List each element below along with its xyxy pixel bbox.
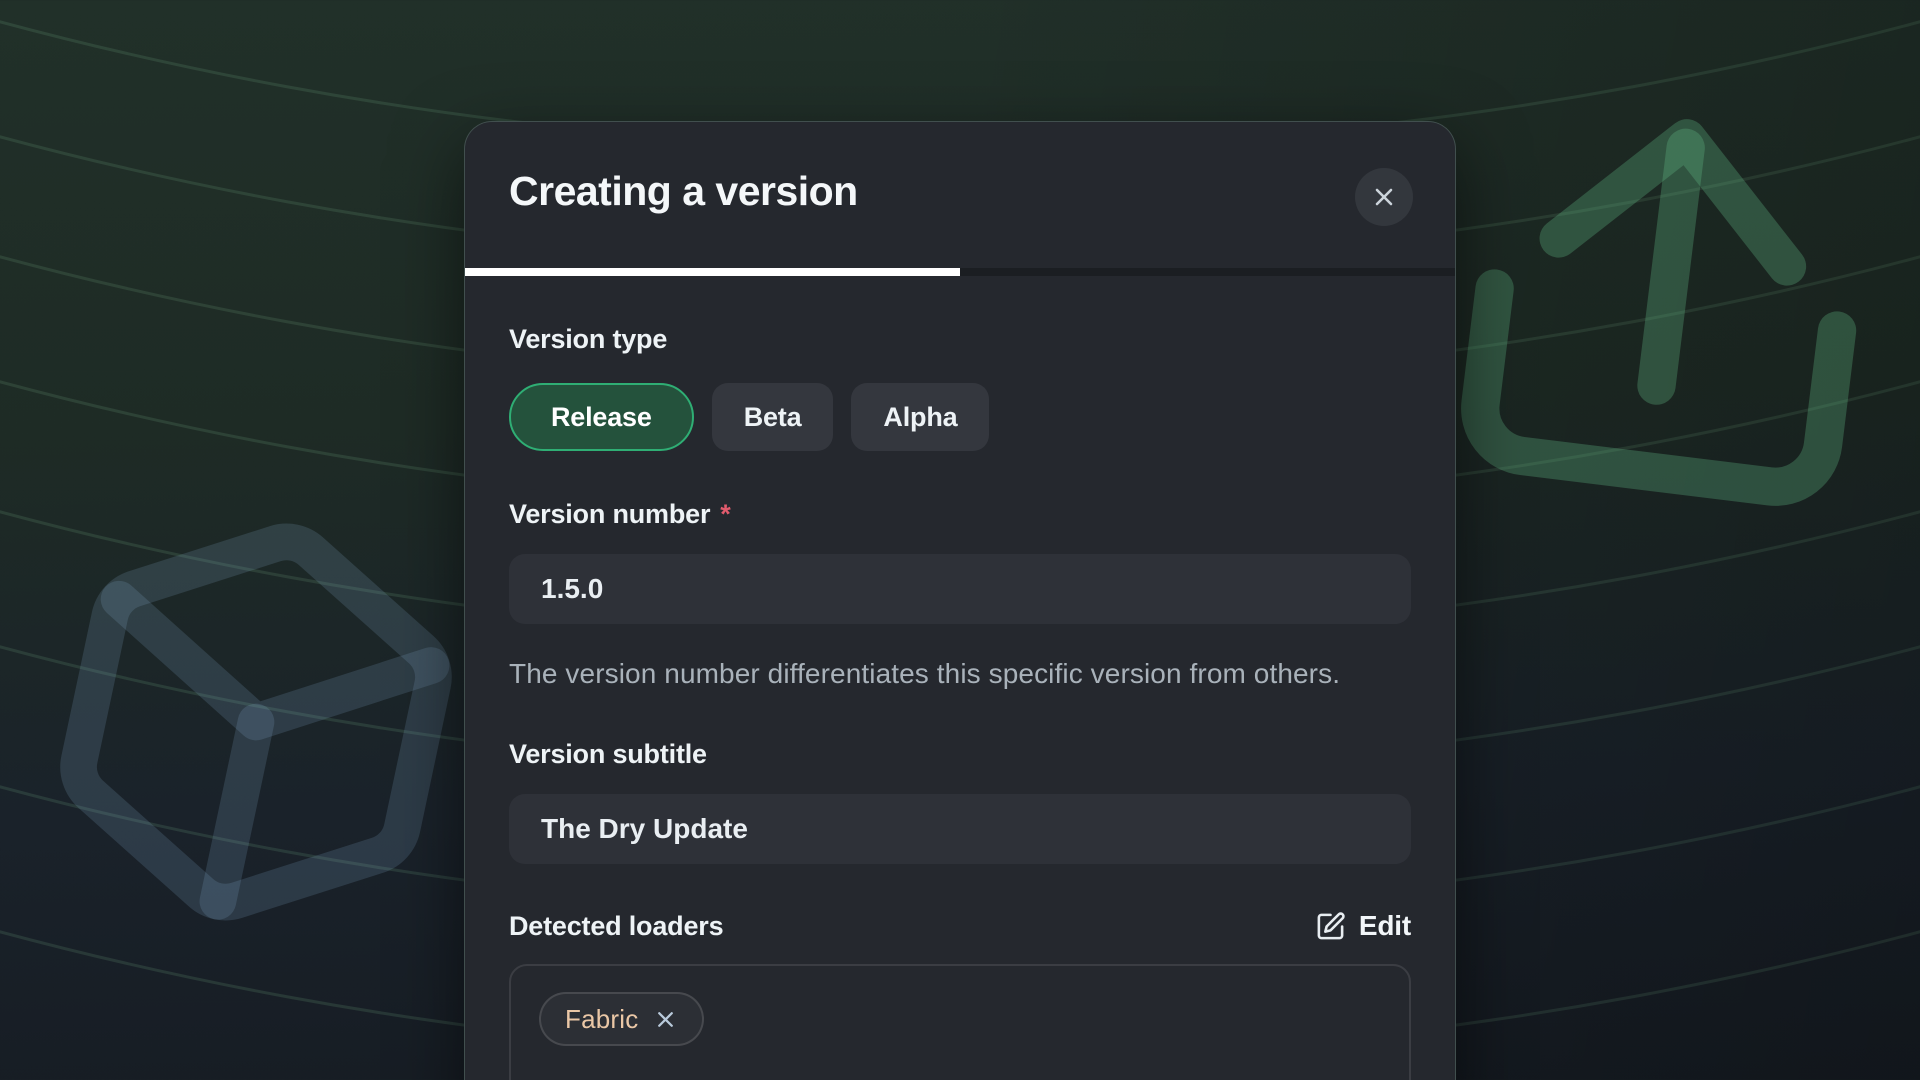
- version-type-options: Release Beta Alpha: [509, 383, 1411, 451]
- edit-button-label: Edit: [1359, 910, 1411, 942]
- required-asterisk: *: [720, 497, 730, 531]
- upload-icon: [1406, 43, 1920, 557]
- progress-bar-fill: [465, 268, 960, 276]
- detected-loaders-section: Detected loaders Edit Fabric: [509, 909, 1411, 1080]
- version-type-field: Version type Release Beta Alpha: [509, 322, 1411, 451]
- remove-chip-x-icon: [653, 1007, 678, 1032]
- detected-loaders-box: Fabric: [509, 964, 1411, 1080]
- version-number-input[interactable]: [509, 554, 1411, 624]
- loader-chip-fabric[interactable]: Fabric: [539, 992, 704, 1046]
- version-type-alpha-button[interactable]: Alpha: [851, 383, 989, 451]
- detected-loaders-label: Detected loaders: [509, 909, 723, 943]
- modal-title: Creating a version: [509, 166, 1411, 217]
- version-number-help-text: The version number differentiates this s…: [509, 651, 1389, 696]
- edit-loaders-button[interactable]: Edit: [1315, 910, 1411, 942]
- loader-chip-label: Fabric: [565, 1004, 638, 1035]
- version-subtitle-input[interactable]: [509, 794, 1411, 864]
- progress-bar: [465, 268, 1455, 276]
- version-number-field: Version number * The version number diff…: [509, 497, 1411, 696]
- box-icon: [0, 412, 527, 1032]
- version-subtitle-field: Version subtitle: [509, 737, 1411, 864]
- version-type-release-button[interactable]: Release: [509, 383, 694, 451]
- modal-body: Version type Release Beta Alpha Version …: [465, 276, 1455, 1080]
- close-button[interactable]: [1355, 168, 1413, 226]
- edit-pencil-icon: [1315, 911, 1346, 942]
- modal-header: Creating a version: [465, 122, 1455, 217]
- version-type-beta-button[interactable]: Beta: [712, 383, 834, 451]
- version-type-label: Version type: [509, 322, 1411, 356]
- create-version-modal: Creating a version Version type Release …: [464, 121, 1456, 1080]
- x-icon: [1370, 183, 1398, 211]
- version-number-label: Version number: [509, 497, 710, 531]
- version-subtitle-label: Version subtitle: [509, 737, 1411, 771]
